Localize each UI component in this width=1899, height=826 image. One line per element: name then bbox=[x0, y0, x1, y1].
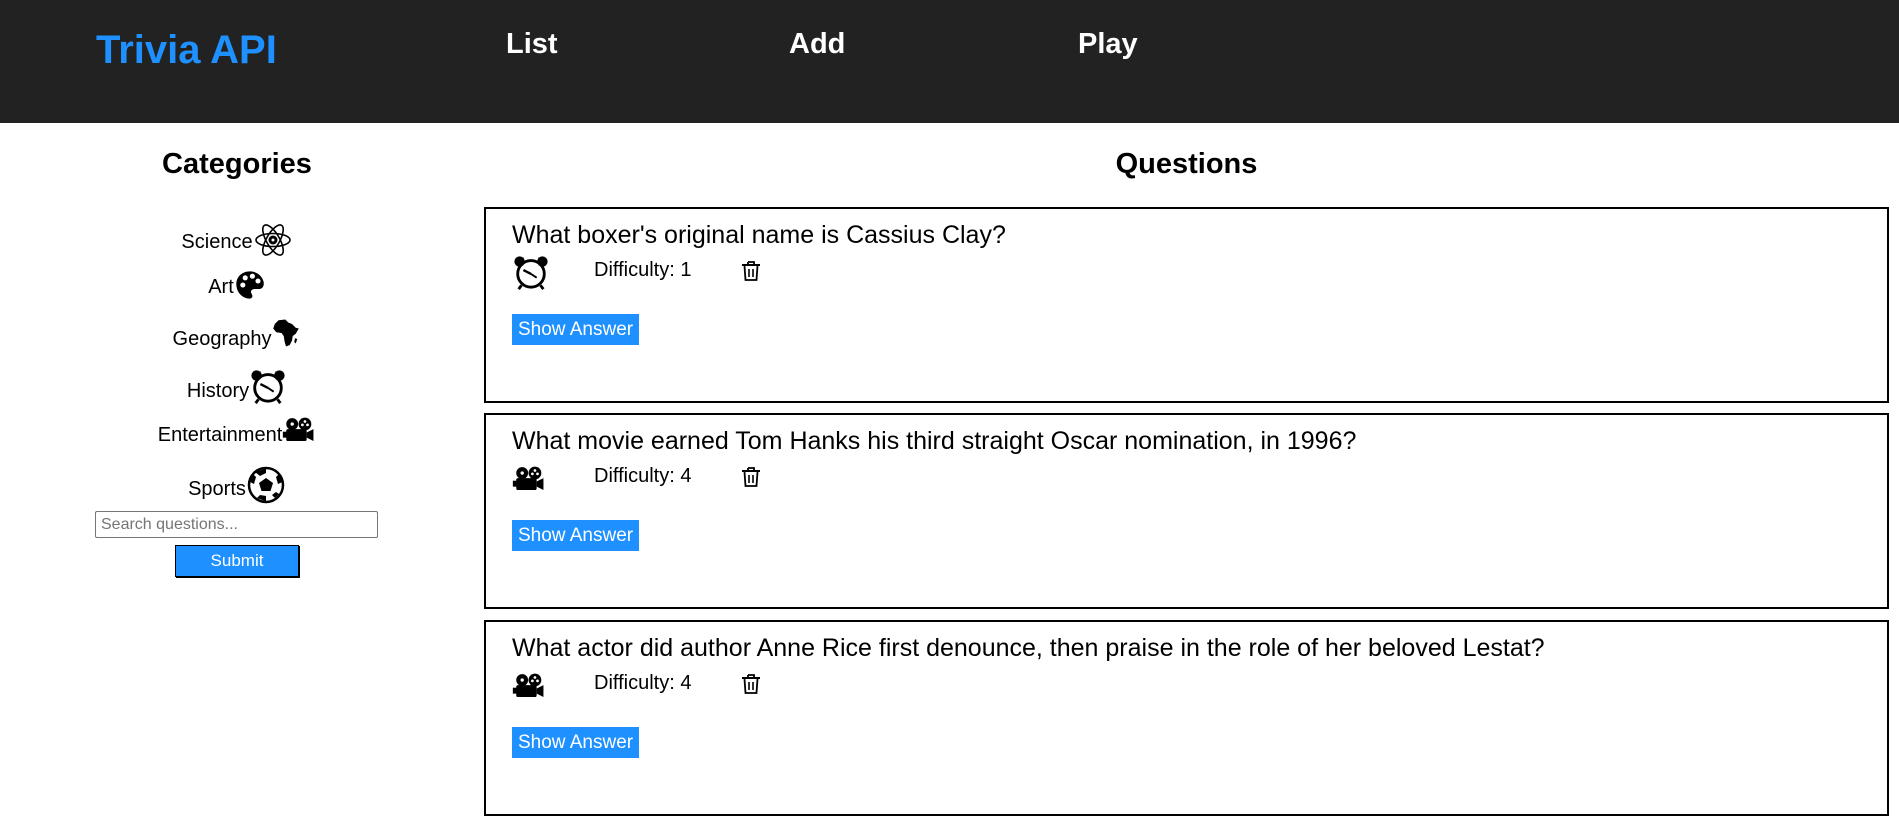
show-answer-button[interactable]: Show Answer bbox=[512, 520, 640, 551]
film-camera-icon bbox=[512, 672, 546, 700]
category-label-entertainment: Entertainment bbox=[157, 424, 283, 446]
category-item-entertainment[interactable]: Entertainment bbox=[0, 396, 474, 446]
categories-heading: Categories bbox=[162, 148, 312, 180]
show-answer-button[interactable]: Show Answer bbox=[512, 314, 640, 345]
question-text: What actor did author Anne Rice first de… bbox=[512, 634, 1545, 662]
africa-map-icon bbox=[271, 318, 301, 348]
alarm-clock-icon bbox=[512, 253, 550, 291]
category-label-art: Art bbox=[208, 276, 234, 298]
question-text: What movie earned Tom Hanks his third st… bbox=[512, 427, 1357, 455]
nav-list-link[interactable]: List bbox=[506, 28, 558, 61]
difficulty-label: Difficulty: 1 bbox=[594, 259, 692, 281]
trash-icon[interactable] bbox=[741, 260, 761, 282]
questions-heading: Questions bbox=[1115, 148, 1258, 180]
difficulty-label: Difficulty: 4 bbox=[594, 672, 692, 694]
category-item-sports[interactable]: Sports bbox=[0, 445, 474, 494]
category-item-science[interactable]: Science bbox=[0, 200, 474, 249]
brand-logo-link[interactable]: Trivia API bbox=[96, 28, 277, 73]
search-input[interactable] bbox=[95, 511, 378, 538]
question-text: What boxer's original name is Cassius Cl… bbox=[512, 221, 1006, 249]
soccer-ball-icon bbox=[246, 465, 286, 505]
category-item-art[interactable]: Art bbox=[0, 249, 474, 298]
difficulty-label: Difficulty: 4 bbox=[594, 465, 692, 487]
category-item-geography[interactable]: Geography bbox=[0, 298, 474, 350]
category-item-history[interactable]: History bbox=[0, 347, 474, 396]
category-list: Science Art Geography History Entertainm… bbox=[0, 200, 474, 494]
nav-add-link[interactable]: Add bbox=[789, 28, 845, 61]
show-answer-button[interactable]: Show Answer bbox=[512, 727, 640, 758]
question-card: What boxer's original name is Cassius Cl… bbox=[484, 207, 1889, 403]
nav-play-link[interactable]: Play bbox=[1078, 28, 1138, 61]
palette-icon bbox=[234, 269, 266, 301]
film-camera-icon bbox=[282, 416, 316, 444]
trash-icon[interactable] bbox=[741, 673, 761, 695]
category-label-sports: Sports bbox=[188, 478, 246, 500]
question-card: What movie earned Tom Hanks his third st… bbox=[484, 413, 1889, 609]
top-nav-bar: Trivia API List Add Play bbox=[0, 0, 1899, 123]
search-submit-button[interactable]: Submit bbox=[175, 545, 299, 577]
question-card: What actor did author Anne Rice first de… bbox=[484, 620, 1889, 816]
trash-icon[interactable] bbox=[741, 466, 761, 488]
film-camera-icon bbox=[512, 465, 546, 493]
